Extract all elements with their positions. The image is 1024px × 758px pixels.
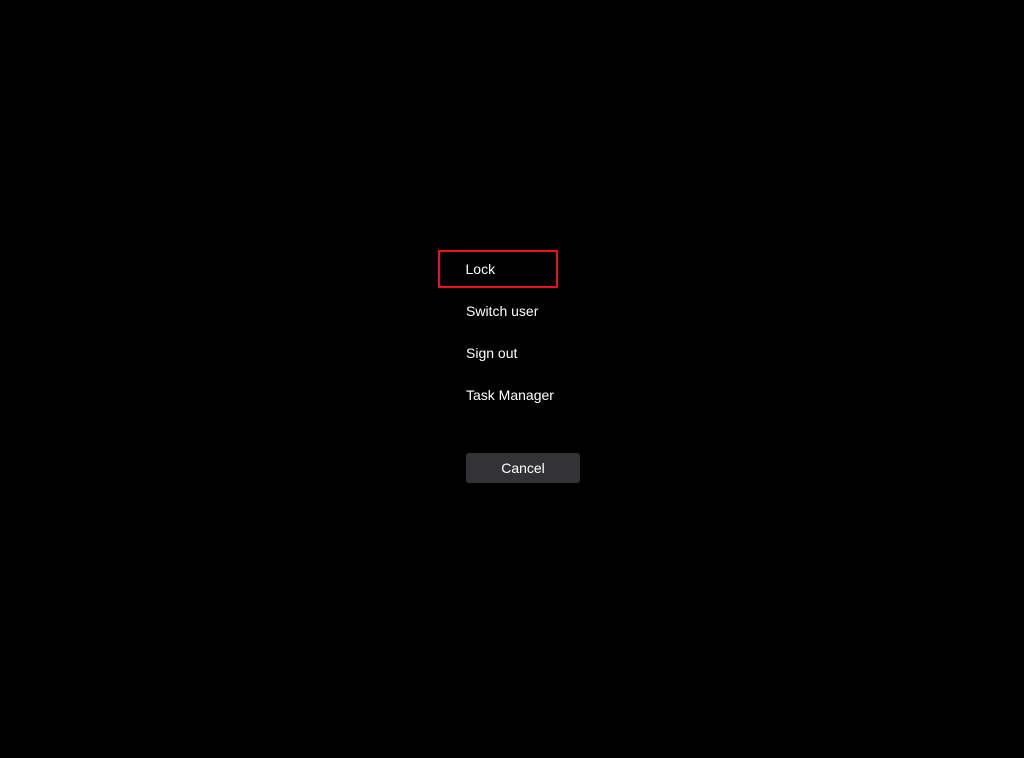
cancel-button[interactable]: Cancel [466,453,580,483]
sign-out-option[interactable]: Sign out [438,334,558,372]
task-manager-option[interactable]: Task Manager [438,376,558,414]
switch-user-option[interactable]: Switch user [438,292,558,330]
lock-option[interactable]: Lock [438,250,558,288]
security-options-list: Lock Switch user Sign out Task Manager [438,250,580,418]
